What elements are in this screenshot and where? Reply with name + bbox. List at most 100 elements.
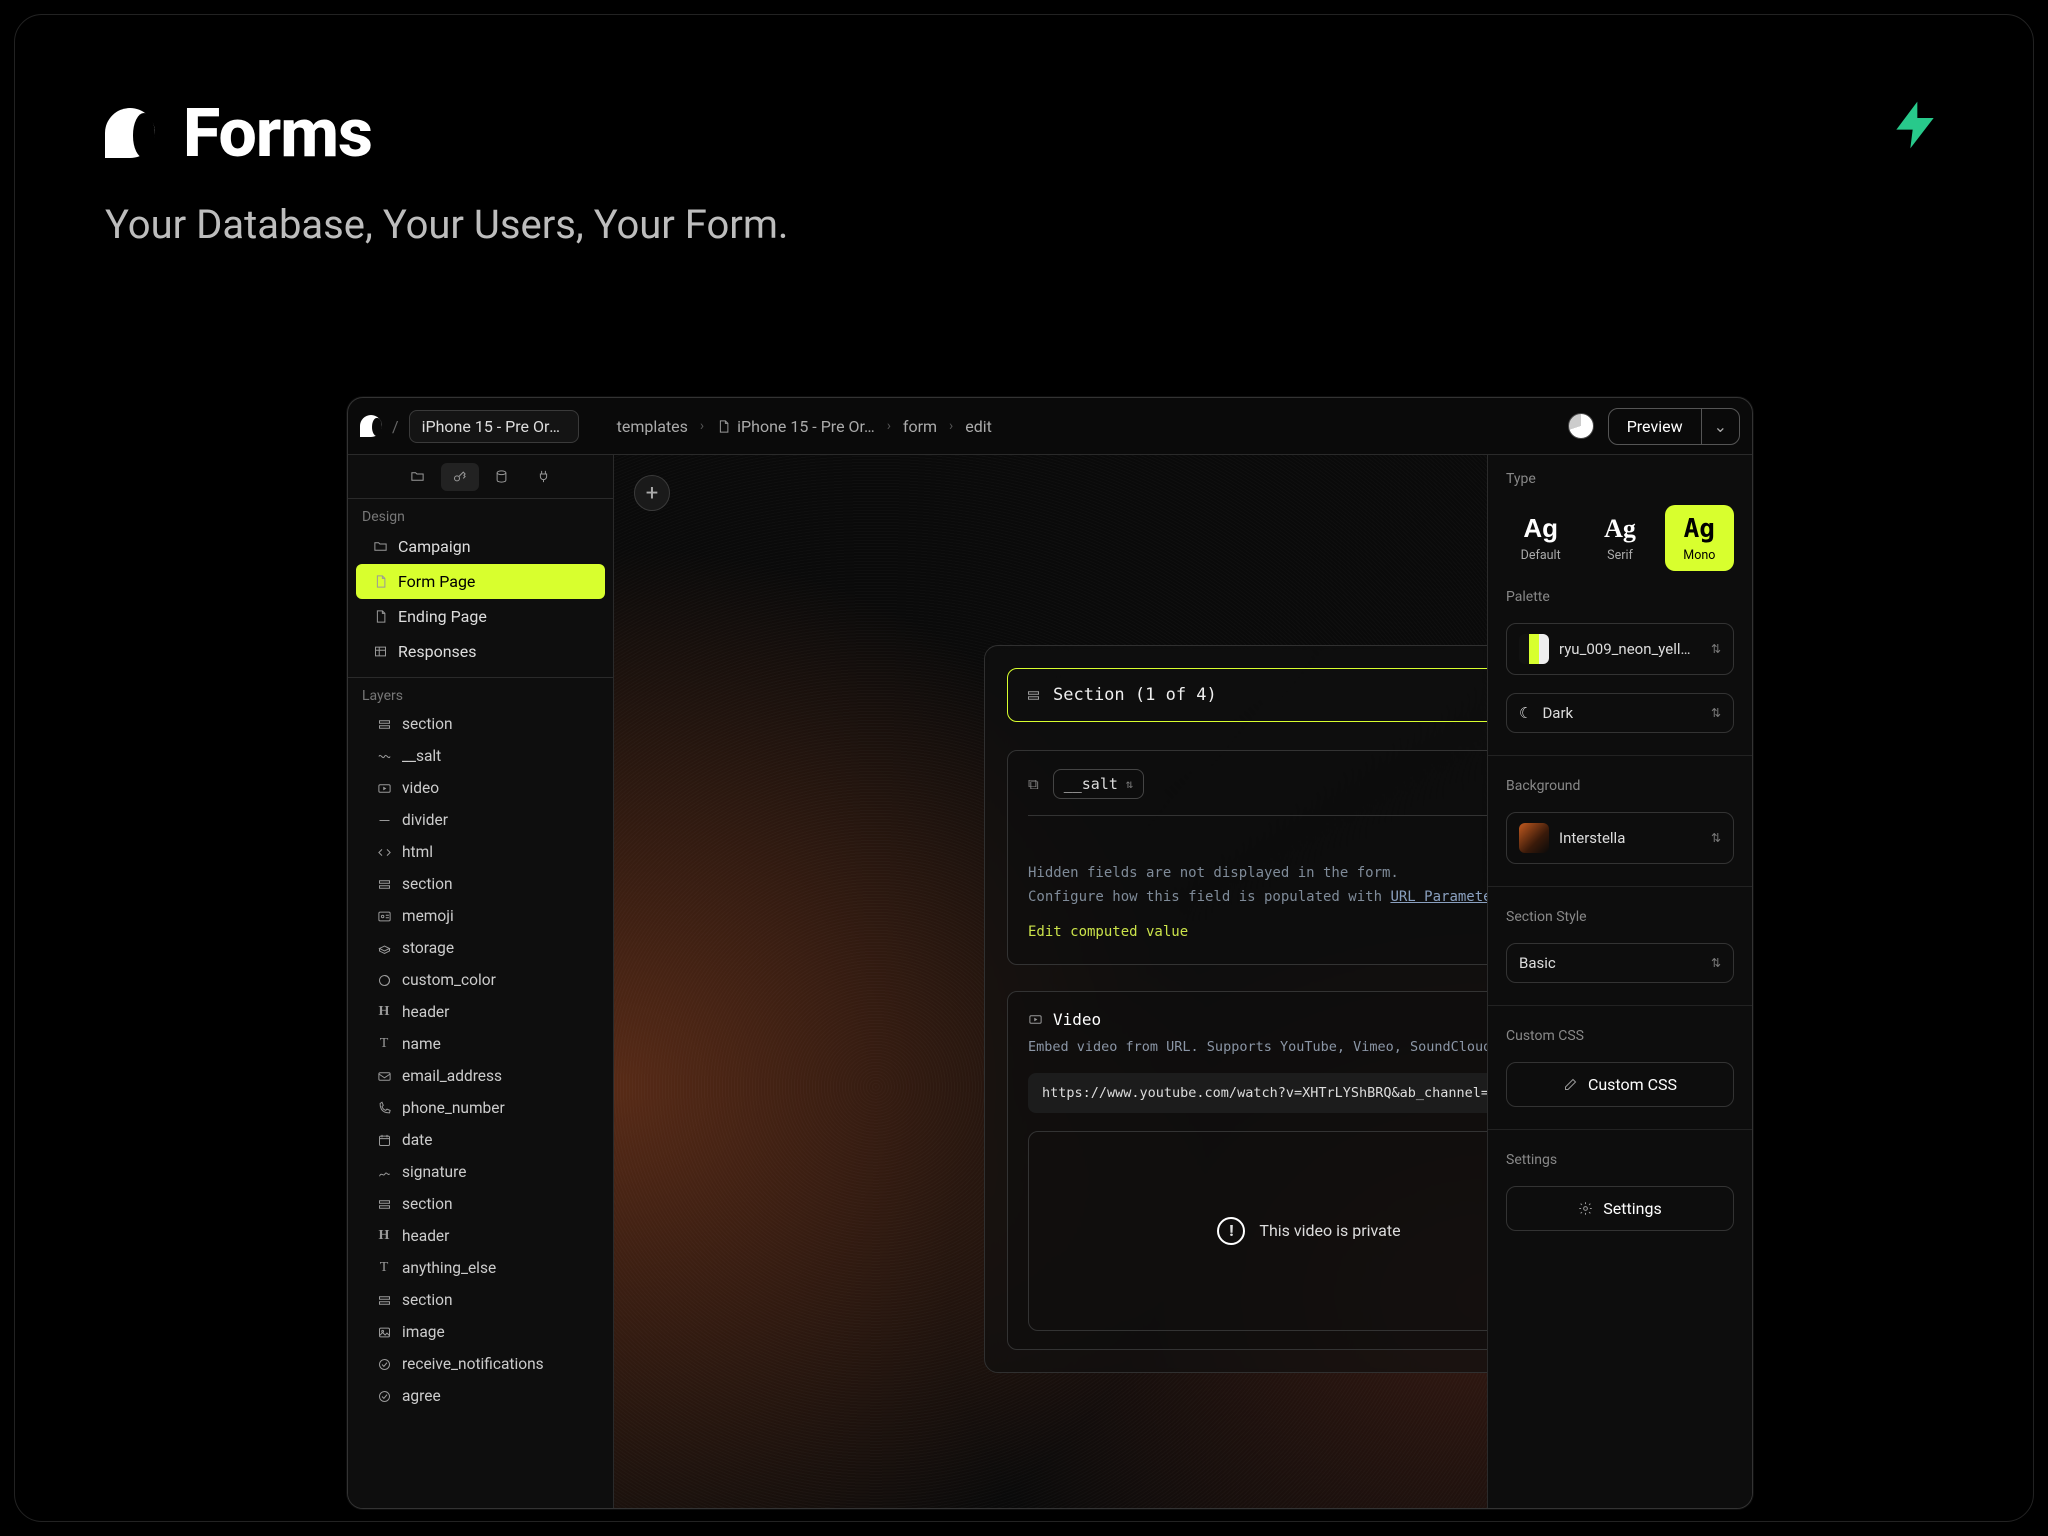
canvas[interactable]: + Section (1 of 4) ••• ⧉ [614,455,1487,1508]
layer-item-label: html [402,843,433,861]
layer-item-label: __salt [402,747,441,765]
sidebar-layers-label: Layers [348,678,613,708]
layer-item-signature[interactable]: signature [348,1156,613,1188]
layer-item-label: name [402,1035,441,1053]
settings-button[interactable]: Settings [1506,1186,1734,1231]
form-card: Section (1 of 4) ••• ⧉ __salt ⇅ [984,645,1487,1373]
tool-plug-icon[interactable] [525,463,563,491]
add-block-button[interactable]: + [634,475,670,511]
chevron-updown-icon: ⇅ [1711,642,1721,656]
theme-selector[interactable]: ☾ Dark ⇅ [1506,693,1734,733]
edit-computed-link[interactable]: Edit computed value [1028,924,1188,940]
sidebar-item-form-page[interactable]: Form Page [356,564,605,599]
video-block: Video ••• Embed video from URL. Supports… [1007,991,1487,1350]
T-icon: T [376,1036,392,1052]
layer-item-video[interactable]: video [348,772,613,804]
breadcrumb-doc[interactable]: iPhone 15 - Pre Or… [716,417,875,436]
doc-icon [372,609,388,624]
type-specimen: Ag [1604,514,1636,544]
sidebar-item-responses[interactable]: Responses [348,634,613,669]
warning-icon: ! [1217,1217,1245,1245]
breadcrumb-leaf[interactable]: edit [965,417,992,436]
hero-block: Forms Your Database, Your Users, Your Fo… [105,93,788,248]
type-label: Serif [1607,548,1633,563]
type-option-mono[interactable]: AgMono [1665,505,1734,571]
section-header[interactable]: Section (1 of 4) ••• [1007,668,1487,722]
hidden-field-block: ⧉ __salt ⇅ ••• Hidden fields are not dis… [1007,750,1487,965]
layer-item-label: image [402,1323,445,1341]
layer-item-html[interactable]: html [348,836,613,868]
app-logo-icon[interactable] [360,415,382,437]
layer-item-label: section [402,1291,453,1309]
layer-item-agree[interactable]: agree [348,1380,613,1412]
storage-icon [376,941,392,956]
section-style-selector[interactable]: Basic ⇅ [1506,943,1734,983]
sidebar-item-label: Responses [398,642,477,661]
phone-icon [376,1101,392,1116]
video-embed-preview: ! This video is private [1028,1131,1487,1331]
field-name-chip[interactable]: __salt ⇅ [1053,769,1144,799]
layer-item-section[interactable]: section [348,1284,613,1316]
layer-item-receive_notifications[interactable]: receive_notifications [348,1348,613,1380]
background-name: Interstella [1559,829,1625,847]
table-icon [372,644,388,659]
layer-item-header[interactable]: Hheader [348,1220,613,1252]
layer-item-memoji[interactable]: memoji [348,900,613,932]
section-style-value: Basic [1519,954,1556,972]
palette-selector[interactable]: ryu_009_neon_yell… ⇅ [1506,623,1734,675]
preview-dropdown-icon[interactable]: ⌄ [1702,409,1739,444]
custom-css-button-label: Custom CSS [1588,1075,1677,1094]
hero-subtitle: Your Database, Your Users, Your Form. [105,201,788,248]
custom-css-button[interactable]: Custom CSS [1506,1062,1734,1107]
project-selector[interactable]: iPhone 15 - Pre Order [409,410,579,443]
layer-item-label: agree [402,1387,441,1405]
custom-css-label: Custom CSS [1506,1028,1734,1044]
url-parameters-link[interactable]: URL Parameters [1390,889,1487,905]
background-selector[interactable]: Interstella ⇅ [1506,812,1734,864]
breadcrumb-form[interactable]: form [903,417,937,436]
field-name-label: __salt [1064,775,1118,793]
type-option-default[interactable]: Ag Default [1506,505,1575,571]
tool-database-icon[interactable] [483,463,521,491]
layer-item-storage[interactable]: storage [348,932,613,964]
layer-item-custom_color[interactable]: custom_color [348,964,613,996]
layer-item-divider[interactable]: divider [348,804,613,836]
layer-item-__salt[interactable]: __salt [348,740,613,772]
code-icon [376,845,392,860]
H-icon: H [376,1228,392,1244]
tool-key-icon[interactable] [441,463,479,491]
chevron-right-icon: › [949,418,953,434]
breadcrumb: templates › iPhone 15 - Pre Or… › form ›… [617,417,992,436]
breadcrumb-root[interactable]: templates [617,417,688,436]
tool-files-icon[interactable] [399,463,437,491]
video-url-input[interactable]: https://www.youtube.com/watch?v=XHTrLYSh… [1028,1073,1487,1113]
type-option-serif[interactable]: Ag Serif [1585,505,1654,571]
sidebar-item-campaign[interactable]: Campaign [348,529,613,564]
layer-item-label: phone_number [402,1099,505,1117]
layer-item-section[interactable]: section [348,708,613,740]
layer-item-label: receive_notifications [402,1355,544,1373]
layer-item-label: anything_else [402,1259,496,1277]
section-icon [376,1197,392,1212]
preview-button[interactable]: Preview ⌄ [1608,408,1740,445]
layer-item-label: date [402,1131,432,1149]
layer-item-date[interactable]: date [348,1124,613,1156]
layer-item-section[interactable]: section [348,868,613,900]
sidebar-design-label: Design [348,499,613,529]
layer-item-phone_number[interactable]: phone_number [348,1092,613,1124]
palette-label: Palette [1506,589,1734,605]
layer-item-header[interactable]: Hheader [348,996,613,1028]
layer-item-name[interactable]: Tname [348,1028,613,1060]
path-separator: / [392,417,399,436]
layer-item-section[interactable]: section [348,1188,613,1220]
layer-item-email_address[interactable]: email_address [348,1060,613,1092]
sig-icon [376,1165,392,1180]
type-label: Default [1521,548,1561,563]
chevron-right-icon: › [700,418,704,434]
sidebar-toolbar [348,455,613,499]
sidebar-item-ending-page[interactable]: Ending Page [348,599,613,634]
type-specimen: Ag [1523,513,1558,544]
layer-item-anything_else[interactable]: Tanything_else [348,1252,613,1284]
avatar[interactable] [1568,413,1594,439]
layer-item-image[interactable]: image [348,1316,613,1348]
